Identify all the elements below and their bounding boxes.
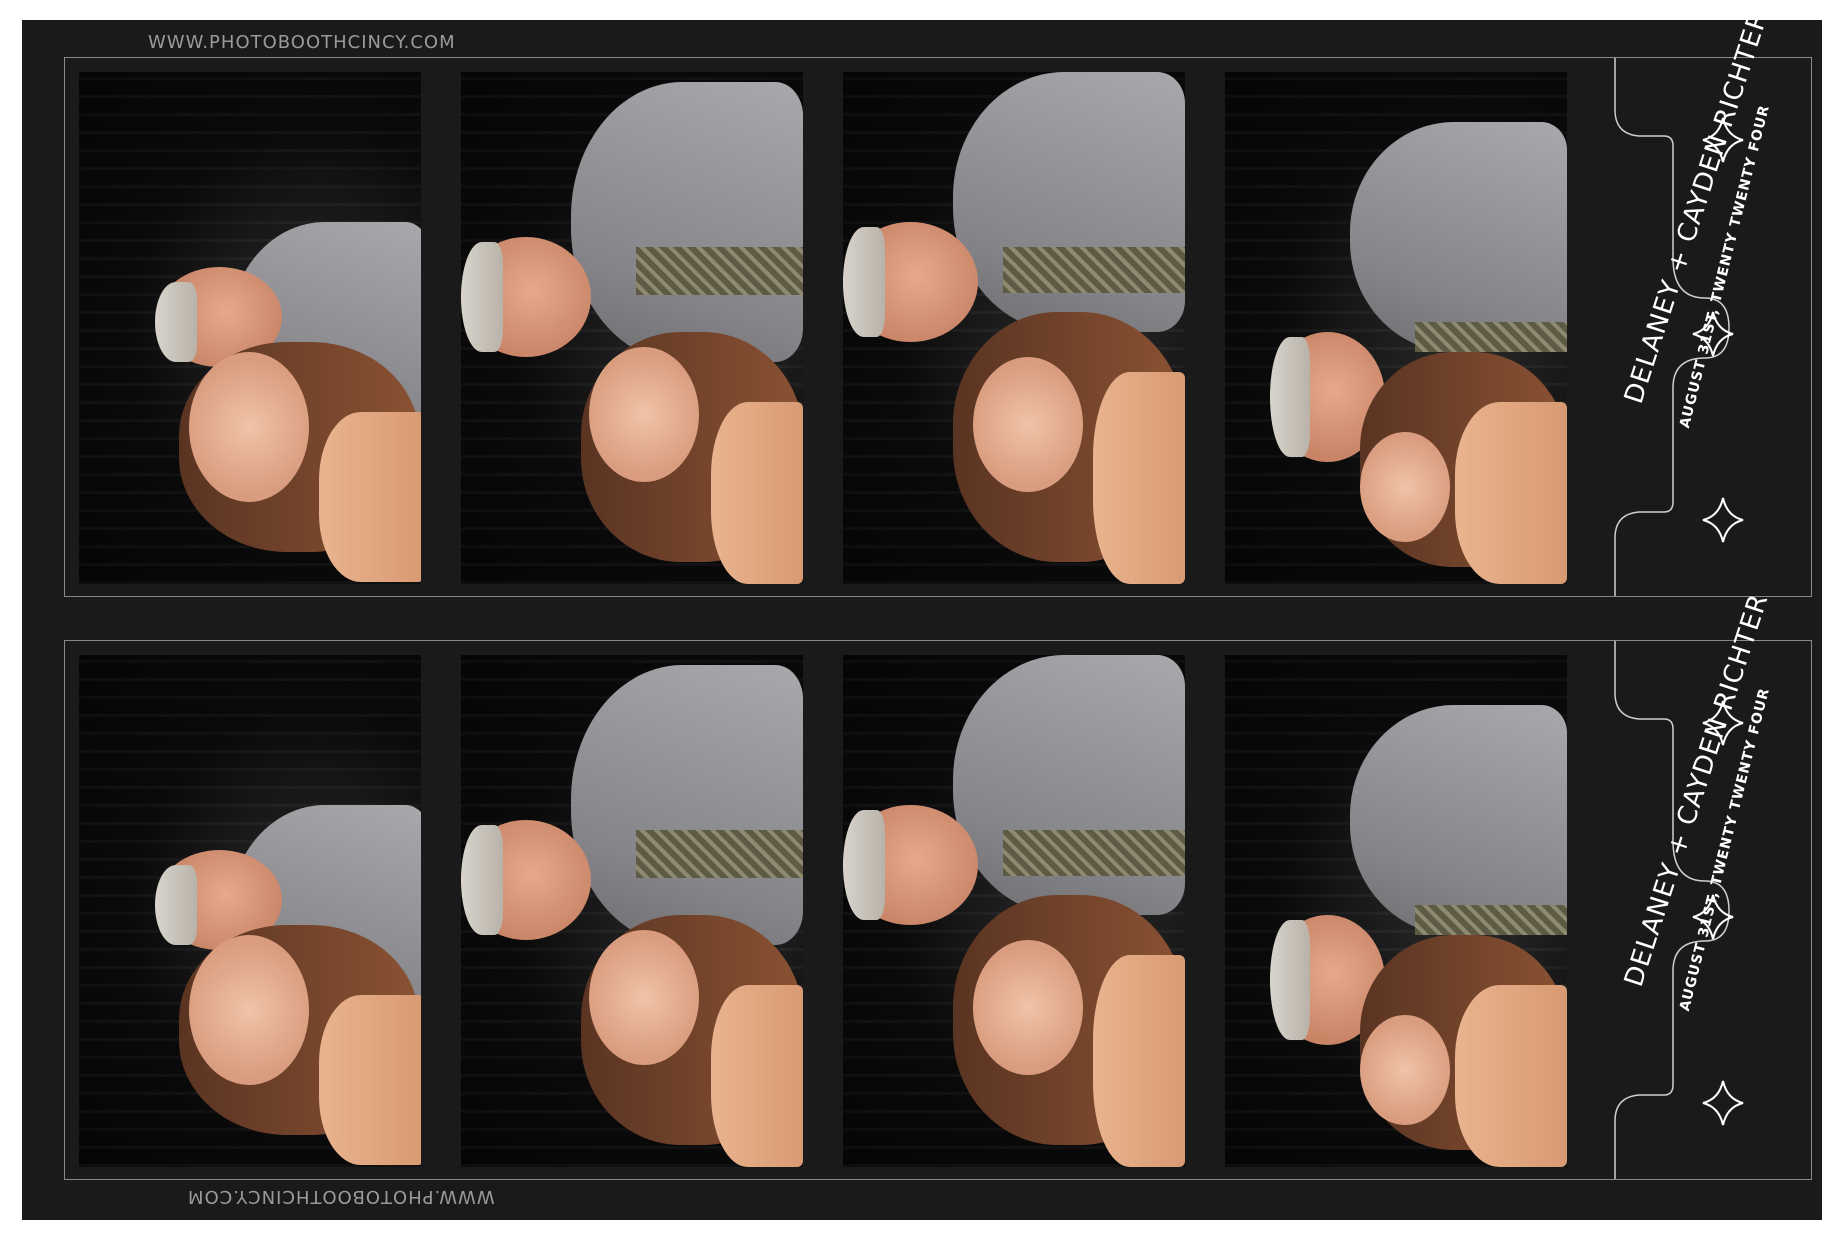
strip-2-photo-1 bbox=[79, 655, 421, 1167]
four-point-star-icon bbox=[1702, 1080, 1744, 1126]
watermark-top: WWW.PHOTOBOOTHCINCY.COM bbox=[148, 32, 456, 53]
strip-1-photo-1 bbox=[79, 72, 421, 584]
strip-1-photo-2 bbox=[461, 72, 803, 584]
photo-strip-sheet: WWW.PHOTOBOOTHCINCY.COM DELANEY + CAYDEN… bbox=[22, 7, 1822, 1220]
strip-2-photo-2 bbox=[461, 655, 803, 1167]
strip-1-side-panel: DELANEY + CAYDEN RICHTER AUGUST 31ST, TW… bbox=[1609, 7, 1811, 596]
strip-1-photo-4 bbox=[1225, 72, 1567, 584]
strip-2-side-panel: DELANEY + CAYDEN RICHTER AUGUST 31ST, TW… bbox=[1609, 590, 1811, 1179]
photo-strip-2: DELANEY + CAYDEN RICHTER AUGUST 31ST, TW… bbox=[64, 590, 1812, 1180]
photo-strip-1: DELANEY + CAYDEN RICHTER AUGUST 31ST, TW… bbox=[64, 7, 1812, 597]
strip-2-photo-3 bbox=[843, 655, 1185, 1167]
four-point-star-icon bbox=[1702, 497, 1744, 543]
strip-2-photo-4 bbox=[1225, 655, 1567, 1167]
watermark-bottom: WWW.PHOTOBOOTHCINCY.COM bbox=[187, 1186, 495, 1207]
strip-1-photo-3 bbox=[843, 72, 1185, 584]
